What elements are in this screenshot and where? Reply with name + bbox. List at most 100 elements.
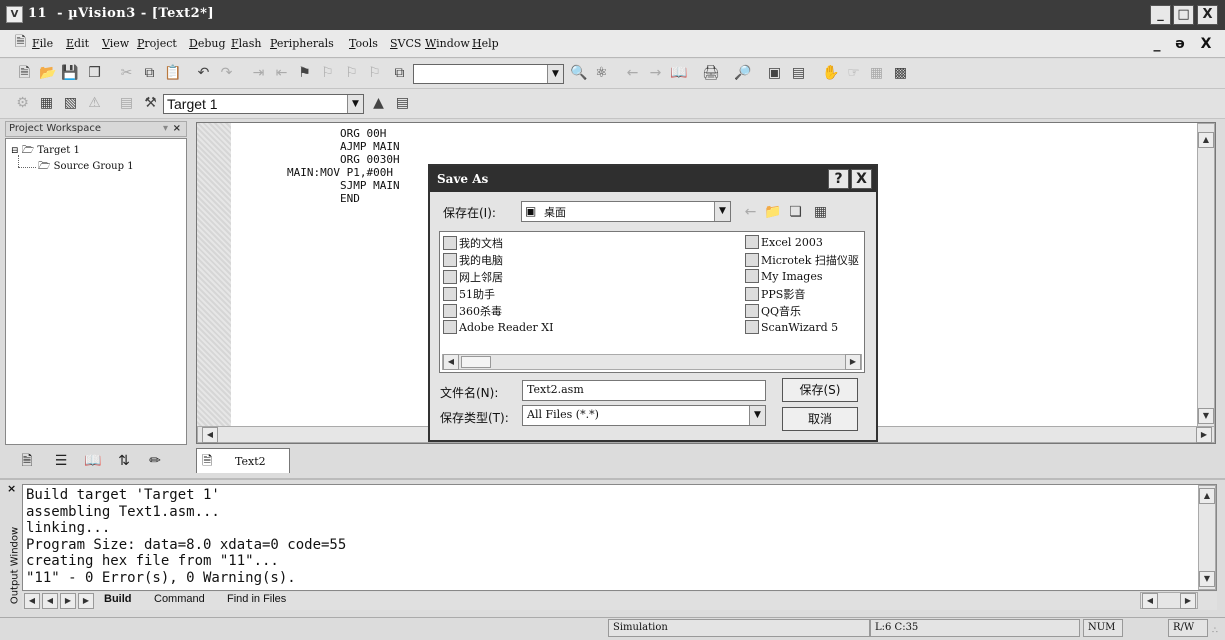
list-item[interactable]: Adobe Reader XI: [443, 320, 554, 334]
chevron-down-icon[interactable]: ▼: [749, 406, 765, 425]
prev-tab-arrow[interactable]: ◀: [42, 593, 58, 609]
workspace-toggle-icon[interactable]: ▣: [766, 65, 783, 82]
list-item[interactable]: 360杀毒: [443, 303, 502, 319]
workspace-dropdown-icon[interactable]: ▾: [163, 122, 168, 136]
find-in-files-icon[interactable]: ⧉: [391, 65, 408, 82]
menu-edit[interactable]: Edit: [66, 37, 89, 50]
new-folder-icon[interactable]: ❏: [787, 204, 804, 221]
open-folder-icon[interactable]: 📂: [39, 65, 56, 82]
menu-help[interactable]: Help: [472, 37, 499, 50]
tab-build[interactable]: Build: [104, 593, 132, 605]
workspace-close-icon[interactable]: ×: [173, 122, 181, 136]
filename-input[interactable]: Text2.asm: [522, 380, 766, 401]
clear-bookmarks-icon[interactable]: ⚐: [366, 65, 383, 82]
output-vertical-scrollbar[interactable]: ▲ ▼: [1198, 485, 1216, 590]
list-item[interactable]: QQ音乐: [745, 303, 801, 319]
scroll-thumb[interactable]: [461, 356, 491, 368]
tree-root-target[interactable]: ⊟ 🗁 Target 1: [11, 143, 80, 160]
prev-bookmark-icon[interactable]: ⚐: [319, 65, 336, 82]
mdi-restore-button[interactable]: ə: [1170, 35, 1190, 53]
save-icon[interactable]: 💾: [61, 65, 78, 82]
output-close-icon[interactable]: ×: [7, 482, 16, 495]
undo-icon[interactable]: ↶: [195, 65, 212, 82]
redo-icon[interactable]: ↷: [218, 65, 235, 82]
menu-peripherals[interactable]: Peripherals: [270, 37, 334, 50]
list-item[interactable]: 我的电脑: [443, 252, 503, 268]
list-item[interactable]: 网上邻居: [443, 269, 503, 285]
files-tab[interactable]: 🗎: [14, 450, 40, 472]
target-options-icon[interactable]: ⚒: [142, 95, 159, 112]
output-toggle-icon[interactable]: ▤: [790, 65, 807, 82]
copy-icon[interactable]: ⧉: [141, 65, 158, 82]
list-item[interactable]: PPS影音: [745, 286, 805, 302]
output-panel[interactable]: Build target 'Target 1' assembling Text1…: [22, 484, 1217, 591]
scroll-down-arrow[interactable]: ▼: [1198, 408, 1214, 424]
dialog-close-button[interactable]: X: [851, 169, 872, 189]
uvision-app-icon[interactable]: V: [6, 6, 23, 23]
file-list[interactable]: 我的文档 我的电脑 网上邻居 51助手 360杀毒 Adobe Reader X…: [439, 231, 865, 373]
scroll-right-arrow[interactable]: ▶: [1180, 593, 1196, 609]
hand-icon[interactable]: ✋: [822, 65, 839, 82]
view-menu-icon[interactable]: ▦: [812, 204, 829, 221]
templates-tab[interactable]: ✏: [142, 450, 168, 472]
scroll-up-arrow[interactable]: ▲: [1199, 488, 1215, 504]
scroll-up-arrow[interactable]: ▲: [1198, 132, 1214, 148]
scroll-left-arrow[interactable]: ◀: [1142, 593, 1158, 609]
indent-icon[interactable]: ⇥: [250, 65, 267, 82]
regs-tab[interactable]: ☰: [48, 450, 74, 472]
find-combo[interactable]: ▼: [413, 64, 564, 84]
chevron-down-icon[interactable]: ▼: [347, 95, 363, 113]
bookmark-icon[interactable]: ⚑: [296, 65, 313, 82]
config-icon[interactable]: ▦: [868, 65, 885, 82]
up-folder-icon[interactable]: 📁: [764, 204, 781, 221]
list-item[interactable]: Excel 2003: [745, 235, 823, 249]
menu-debug[interactable]: Debug: [189, 37, 226, 50]
menu-window[interactable]: Window: [425, 37, 470, 50]
filetype-select[interactable]: All Files (*.*) ▼: [522, 405, 766, 426]
tab-command[interactable]: Command: [154, 593, 205, 605]
tab-find-in-files[interactable]: Find in Files: [227, 593, 286, 605]
scroll-left-arrow[interactable]: ◀: [202, 427, 218, 443]
mdi-close-button[interactable]: X: [1196, 35, 1216, 53]
close-button[interactable]: X: [1197, 5, 1218, 25]
stop-build-icon[interactable]: ⚠: [86, 95, 103, 112]
cut-icon[interactable]: ✂: [118, 65, 135, 82]
settings-icon[interactable]: ▩: [892, 65, 909, 82]
menu-svcs[interactable]: SVCS: [390, 37, 421, 50]
translate-icon[interactable]: ⚙: [14, 95, 31, 112]
maximize-button[interactable]: □: [1173, 5, 1194, 25]
list-item[interactable]: 51助手: [443, 286, 495, 302]
menu-file[interactable]: File: [32, 37, 53, 50]
list-item[interactable]: My Images: [745, 269, 823, 283]
splitter[interactable]: [0, 478, 1225, 480]
manage-components-icon[interactable]: ▲: [370, 95, 387, 112]
save-button[interactable]: 保存(S): [782, 378, 858, 402]
resize-grip-icon[interactable]: ∴: [1212, 626, 1218, 636]
help-button[interactable]: ?: [828, 169, 849, 189]
print-icon[interactable]: 🖨: [702, 65, 720, 82]
new-file-icon[interactable]: 🗎: [16, 65, 33, 82]
mdi-minimize-button[interactable]: _: [1147, 35, 1167, 53]
first-tab-arrow[interactable]: ◀: [24, 593, 40, 609]
file-list-scrollbar[interactable]: ◀ ▶: [442, 354, 862, 370]
chevron-down-icon[interactable]: ▼: [714, 202, 730, 221]
paste-icon[interactable]: 📋: [164, 65, 181, 82]
incremental-find-icon[interactable]: ⚛: [593, 65, 610, 82]
target-select[interactable]: Target 1 ▼: [163, 94, 364, 114]
scroll-right-arrow[interactable]: ▶: [1196, 427, 1212, 443]
output-horizontal-scrollbar[interactable]: ◀ ▶: [1140, 592, 1198, 609]
functions-tab[interactable]: ⇅: [111, 450, 137, 472]
rebuild-icon[interactable]: ▧: [62, 95, 79, 112]
scroll-left-arrow[interactable]: ◀: [443, 354, 459, 370]
download-icon[interactable]: ▤: [118, 95, 135, 112]
last-tab-arrow[interactable]: ▶: [78, 593, 94, 609]
books-tab[interactable]: 📖: [80, 450, 106, 472]
menu-flash[interactable]: Flash: [231, 37, 261, 50]
forward-arrow-icon[interactable]: →: [647, 65, 664, 82]
unindent-icon[interactable]: ⇤: [273, 65, 290, 82]
tree-item-source-group[interactable]: 🗁 Source Group 1: [38, 159, 134, 176]
cancel-button[interactable]: 取消: [782, 407, 858, 431]
look-in-select[interactable]: ▣ 桌面 ▼: [521, 201, 731, 222]
list-item[interactable]: ScanWizard 5: [745, 320, 838, 334]
pointer-icon[interactable]: ☞: [845, 65, 862, 82]
